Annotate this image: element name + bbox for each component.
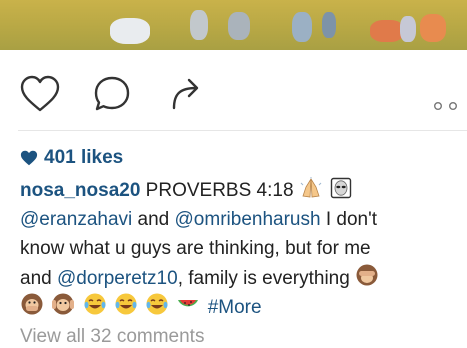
share-arrow-icon	[172, 78, 199, 110]
post-caption: nosa_nosa20 PROVERBS 4:18 @eranzahavi an…	[20, 176, 465, 321]
caption-text: I don't	[320, 209, 377, 230]
photo-detail	[370, 20, 404, 42]
view-all-comments-link[interactable]: View all 32 comments	[20, 326, 204, 348]
photo-detail	[190, 10, 208, 40]
likes-text: 401 likes	[44, 147, 124, 168]
photo-detail	[292, 12, 312, 42]
divider	[18, 130, 467, 131]
heart-outline-icon	[20, 75, 60, 112]
tears-of-joy-icon	[84, 293, 106, 315]
caption-text: PROVERBS 4:18	[140, 180, 294, 201]
post-photo[interactable]	[0, 0, 467, 50]
speech-bubble-icon	[94, 76, 130, 111]
like-button[interactable]	[18, 72, 62, 116]
comment-button[interactable]	[90, 72, 134, 116]
mention-link[interactable]: @omribenharush	[175, 209, 321, 230]
photo-detail	[400, 16, 416, 42]
hear-no-evil-monkey-icon	[52, 293, 75, 315]
photo-detail	[228, 12, 250, 40]
caption-username[interactable]: nosa_nosa20	[20, 180, 140, 201]
likes-count[interactable]: 401 likes	[20, 146, 123, 170]
caption-line: nosa_nosa20 PROVERBS 4:18	[20, 176, 465, 205]
photo-detail	[322, 12, 336, 38]
more-options-button[interactable]	[433, 98, 461, 116]
tears-of-joy-icon	[146, 293, 168, 315]
caption-text: and	[132, 209, 175, 230]
caption-text: , family is everything	[177, 268, 356, 289]
watermelon-icon	[178, 300, 199, 307]
praying-hands-icon	[300, 177, 322, 198]
caption-line: @eranzahavi and @omribenharush I don't	[20, 205, 465, 234]
caption-line: #More	[20, 292, 465, 321]
mention-link[interactable]: @eranzahavi	[20, 209, 132, 230]
caption-line: and @dorperetz10, family is everything	[20, 263, 465, 292]
photo-detail	[110, 18, 150, 44]
speak-no-evil-monkey-icon	[21, 293, 43, 315]
share-button[interactable]	[164, 72, 208, 116]
alien-icon	[330, 177, 352, 199]
caption-line: know what u guys are thinking, but for m…	[20, 238, 371, 259]
action-bar	[0, 62, 467, 122]
heart-filled-icon	[20, 150, 38, 166]
more-dots-icon	[434, 102, 458, 110]
see-no-evil-monkey-icon	[356, 264, 378, 286]
hashtag-link[interactable]: #More	[208, 297, 262, 318]
caption-text: and	[20, 268, 57, 289]
photo-detail	[420, 14, 446, 42]
tears-of-joy-icon	[115, 293, 137, 315]
mention-link[interactable]: @dorperetz10	[57, 268, 178, 289]
